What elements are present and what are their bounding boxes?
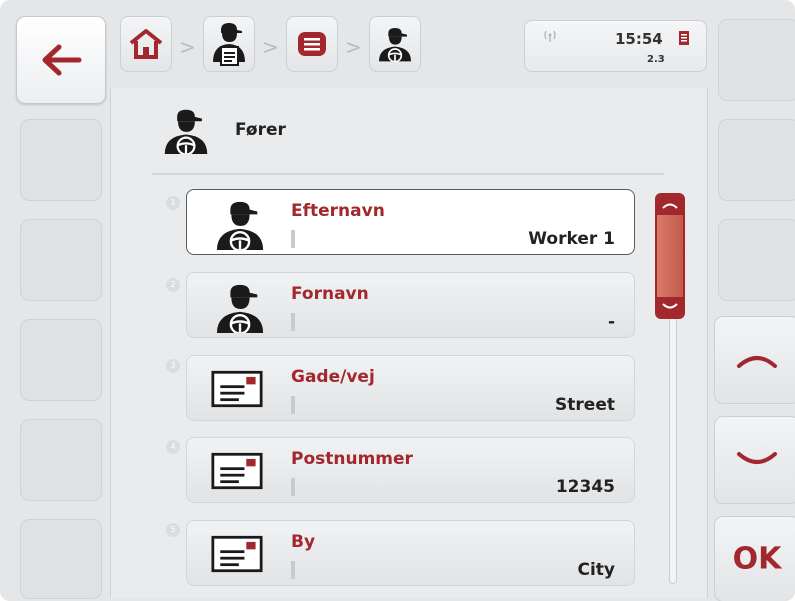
scrollbar-thumb[interactable] bbox=[655, 193, 685, 319]
page-title: Fører bbox=[235, 120, 286, 140]
address-card-icon bbox=[211, 370, 263, 408]
scrollbar-thumb-body bbox=[657, 215, 683, 297]
list-icon bbox=[298, 32, 326, 56]
field-label: Efternavn bbox=[291, 201, 385, 221]
signal-icon bbox=[544, 30, 556, 42]
scrollbar-thumb-top bbox=[657, 195, 683, 215]
list-item-postnummer[interactable]: Postnummer 12345 bbox=[186, 437, 635, 503]
left-slot-5 bbox=[20, 419, 102, 501]
field-value: Worker 1 bbox=[528, 229, 615, 249]
driver-icon bbox=[211, 283, 269, 333]
address-card-icon bbox=[211, 535, 263, 573]
breadcrumb-separator: > bbox=[179, 35, 196, 59]
row-number: 4 bbox=[166, 440, 180, 454]
list-item-by[interactable]: By City bbox=[186, 520, 635, 586]
scroll-down-button[interactable] bbox=[714, 416, 795, 504]
document-icon bbox=[679, 31, 689, 45]
breadcrumb-list[interactable] bbox=[286, 16, 338, 72]
home-icon bbox=[129, 29, 163, 59]
driver-document-icon bbox=[213, 23, 245, 66]
driver-icon bbox=[375, 26, 415, 62]
field-label: By bbox=[291, 532, 316, 552]
list-item-fornavn[interactable]: Fornavn - bbox=[186, 272, 635, 338]
left-slot-4 bbox=[20, 319, 102, 401]
text-cursor bbox=[291, 561, 295, 579]
back-button[interactable] bbox=[16, 16, 106, 104]
text-cursor bbox=[291, 313, 295, 331]
chevron-up-icon bbox=[737, 356, 777, 368]
ok-label: OK bbox=[732, 541, 782, 577]
text-cursor bbox=[291, 396, 295, 414]
row-number: 2 bbox=[166, 278, 180, 292]
row-number: 5 bbox=[166, 523, 180, 537]
left-slot-3 bbox=[20, 219, 102, 301]
breadcrumb-separator: > bbox=[262, 35, 279, 59]
breadcrumb-separator: > bbox=[345, 35, 362, 59]
field-label: Gade/vej bbox=[291, 367, 375, 387]
list-item-gade-vej[interactable]: Gade/vej Street bbox=[186, 355, 635, 421]
scrollbar-thumb-bottom bbox=[657, 297, 683, 317]
row-number: 3 bbox=[166, 359, 180, 373]
driver-icon bbox=[158, 108, 214, 154]
status-box: 15:54 2.3 bbox=[524, 20, 707, 72]
app-frame: OK > > > 15:54 2.3 Fører 1 Efternavn Wor… bbox=[0, 0, 795, 601]
chevron-up-icon bbox=[662, 203, 678, 209]
ok-button[interactable]: OK bbox=[714, 516, 795, 601]
chevron-down-icon bbox=[737, 452, 777, 464]
driver-icon bbox=[211, 200, 269, 250]
field-label: Fornavn bbox=[291, 284, 369, 304]
field-value: Street bbox=[555, 395, 615, 415]
field-label: Postnummer bbox=[291, 449, 413, 469]
scroll-up-button[interactable] bbox=[714, 316, 795, 404]
left-slot-6 bbox=[20, 519, 102, 599]
breadcrumb-driver-document[interactable] bbox=[203, 16, 255, 72]
field-value: City bbox=[577, 560, 615, 580]
text-cursor bbox=[291, 230, 295, 248]
right-slot-1 bbox=[718, 19, 795, 101]
field-value: 12345 bbox=[555, 477, 615, 497]
row-number: 1 bbox=[166, 196, 180, 210]
field-value: - bbox=[607, 312, 615, 332]
breadcrumb-driver[interactable] bbox=[369, 16, 421, 72]
list-item-efternavn[interactable]: Efternavn Worker 1 bbox=[186, 189, 635, 255]
right-slot-2 bbox=[718, 119, 795, 201]
back-arrow-icon bbox=[42, 44, 82, 76]
address-card-icon bbox=[211, 452, 263, 490]
breadcrumb-home[interactable] bbox=[120, 16, 172, 72]
title-divider bbox=[152, 173, 664, 175]
version-label: 2.3 bbox=[647, 54, 665, 65]
text-cursor bbox=[291, 478, 295, 496]
clock-time: 15:54 bbox=[615, 30, 663, 48]
chevron-down-icon bbox=[662, 303, 678, 309]
left-slot-2 bbox=[20, 119, 102, 201]
right-slot-3 bbox=[718, 219, 795, 301]
